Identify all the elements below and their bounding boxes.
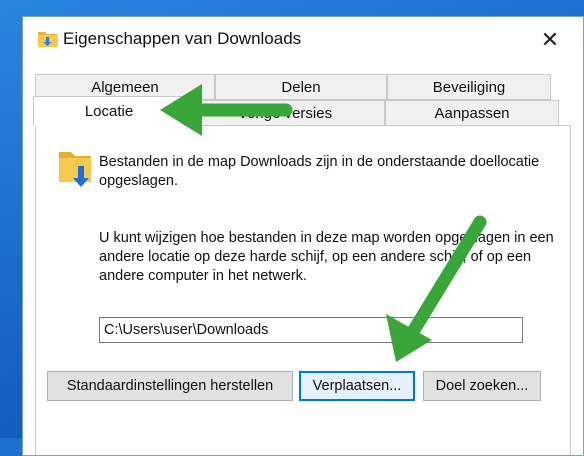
tab-label: Vorige versies (237, 104, 333, 122)
restore-default-button[interactable]: Standaardinstellingen herstellen (47, 371, 293, 401)
close-button[interactable]: ✕ (535, 25, 565, 55)
folder-download-icon (59, 152, 91, 187)
tab-label: Aanpassen (434, 104, 510, 122)
properties-window: Eigenschappen van Downloads ✕ Algemeen D… (22, 16, 584, 456)
title-bar: Eigenschappen van Downloads ✕ (23, 17, 583, 63)
folder-download-icon (38, 32, 58, 47)
tab-beveiliging[interactable]: Beveiliging (387, 74, 551, 100)
location-description: Bestanden in de map Downloads zijn in de… (99, 154, 540, 189)
tab-vorige-versies[interactable]: Vorige versies (185, 100, 385, 126)
move-button[interactable]: Verplaatsen... (299, 371, 415, 401)
tab-delen[interactable]: Delen (215, 74, 387, 100)
tab-label: Locatie (84, 103, 134, 120)
tab-label: Algemeen (91, 78, 159, 96)
change-location-description: U kunt wijzigen hoe bestanden in deze ma… (99, 230, 554, 284)
find-target-button[interactable]: Doel zoeken... (423, 371, 541, 401)
tab-locatie[interactable]: Locatie (33, 96, 185, 126)
tab-label: Delen (281, 78, 321, 96)
close-icon: ✕ (540, 27, 560, 52)
tab-label: Beveiliging (432, 78, 506, 96)
location-path-input[interactable] (99, 317, 523, 343)
tab-aanpassen[interactable]: Aanpassen (385, 100, 559, 126)
window-title: Eigenschappen van Downloads (63, 29, 302, 48)
